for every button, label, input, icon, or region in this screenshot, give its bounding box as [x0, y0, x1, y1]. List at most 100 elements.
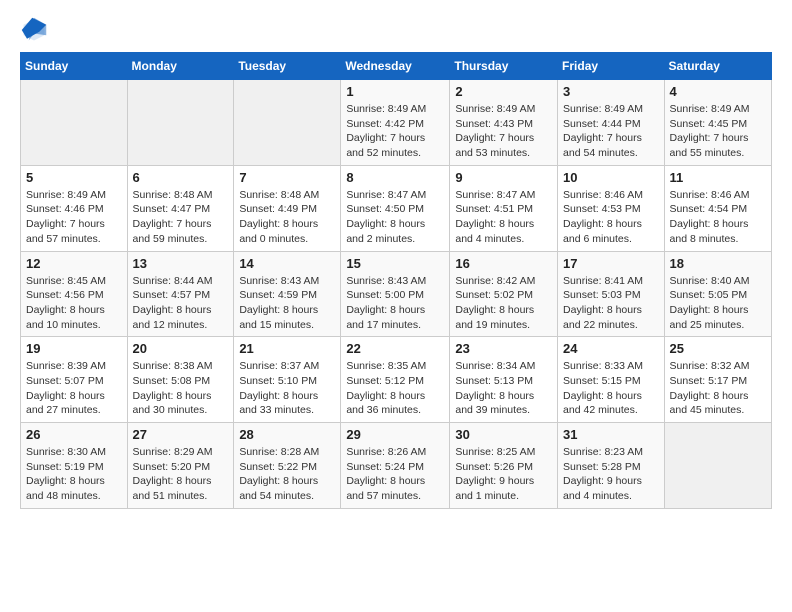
day-number: 28	[239, 427, 335, 442]
calendar-cell: 31 Sunrise: 8:23 AM Sunset: 5:28 PM Dayli…	[558, 423, 665, 509]
weekday-header-monday: Monday	[127, 53, 234, 80]
weekday-header-sunday: Sunday	[21, 53, 128, 80]
day-number: 29	[346, 427, 444, 442]
day-info: Sunrise: 8:39 AM Sunset: 5:07 PM Dayligh…	[26, 359, 122, 418]
day-number: 13	[133, 256, 229, 271]
day-number: 21	[239, 341, 335, 356]
calendar-cell: 26 Sunrise: 8:30 AM Sunset: 5:19 PM Dayli…	[21, 423, 128, 509]
calendar-cell: 16 Sunrise: 8:42 AM Sunset: 5:02 PM Dayli…	[450, 251, 558, 337]
day-number: 5	[26, 170, 122, 185]
weekday-header-thursday: Thursday	[450, 53, 558, 80]
day-info: Sunrise: 8:26 AM Sunset: 5:24 PM Dayligh…	[346, 445, 444, 504]
weekday-header-tuesday: Tuesday	[234, 53, 341, 80]
weekday-header-saturday: Saturday	[664, 53, 771, 80]
day-info: Sunrise: 8:46 AM Sunset: 4:53 PM Dayligh…	[563, 188, 659, 247]
day-number: 16	[455, 256, 552, 271]
calendar-cell	[664, 423, 771, 509]
calendar-cell	[234, 80, 341, 166]
day-info: Sunrise: 8:48 AM Sunset: 4:47 PM Dayligh…	[133, 188, 229, 247]
week-row-4: 19 Sunrise: 8:39 AM Sunset: 5:07 PM Dayli…	[21, 337, 772, 423]
weekday-header-friday: Friday	[558, 53, 665, 80]
calendar-cell: 4 Sunrise: 8:49 AM Sunset: 4:45 PM Daylig…	[664, 80, 771, 166]
calendar-cell: 28 Sunrise: 8:28 AM Sunset: 5:22 PM Dayli…	[234, 423, 341, 509]
day-number: 8	[346, 170, 444, 185]
calendar-cell: 25 Sunrise: 8:32 AM Sunset: 5:17 PM Dayli…	[664, 337, 771, 423]
day-info: Sunrise: 8:42 AM Sunset: 5:02 PM Dayligh…	[455, 274, 552, 333]
calendar-cell: 30 Sunrise: 8:25 AM Sunset: 5:26 PM Dayli…	[450, 423, 558, 509]
calendar-cell: 29 Sunrise: 8:26 AM Sunset: 5:24 PM Dayli…	[341, 423, 450, 509]
day-info: Sunrise: 8:49 AM Sunset: 4:42 PM Dayligh…	[346, 102, 444, 161]
day-number: 9	[455, 170, 552, 185]
day-number: 14	[239, 256, 335, 271]
calendar-cell: 11Sunrise: 8:46 AM Sunset: 4:54 PM Dayli…	[664, 165, 771, 251]
day-info: Sunrise: 8:37 AM Sunset: 5:10 PM Dayligh…	[239, 359, 335, 418]
calendar-cell: 22 Sunrise: 8:35 AM Sunset: 5:12 PM Dayli…	[341, 337, 450, 423]
day-number: 10	[563, 170, 659, 185]
logo-icon	[20, 16, 48, 44]
day-number: 22	[346, 341, 444, 356]
calendar-cell: 21 Sunrise: 8:37 AM Sunset: 5:10 PM Dayli…	[234, 337, 341, 423]
weekday-header-wednesday: Wednesday	[341, 53, 450, 80]
header	[20, 16, 772, 44]
day-info: Sunrise: 8:32 AM Sunset: 5:17 PM Dayligh…	[670, 359, 766, 418]
day-number: 23	[455, 341, 552, 356]
day-number: 19	[26, 341, 122, 356]
day-number: 7	[239, 170, 335, 185]
calendar-cell: 15 Sunrise: 8:43 AM Sunset: 5:00 PM Dayli…	[341, 251, 450, 337]
weekday-row: SundayMondayTuesdayWednesdayThursdayFrid…	[21, 53, 772, 80]
day-info: Sunrise: 8:25 AM Sunset: 5:26 PM Dayligh…	[455, 445, 552, 504]
calendar-cell: 3Sunrise: 8:49 AM Sunset: 4:44 PM Daylig…	[558, 80, 665, 166]
calendar-cell: 12Sunrise: 8:45 AM Sunset: 4:56 PM Dayli…	[21, 251, 128, 337]
day-number: 24	[563, 341, 659, 356]
day-info: Sunrise: 8:34 AM Sunset: 5:13 PM Dayligh…	[455, 359, 552, 418]
day-info: Sunrise: 8:49 AM Sunset: 4:44 PM Dayligh…	[563, 102, 659, 161]
day-number: 15	[346, 256, 444, 271]
calendar-cell	[21, 80, 128, 166]
day-info: Sunrise: 8:47 AM Sunset: 4:50 PM Dayligh…	[346, 188, 444, 247]
day-info: Sunrise: 8:43 AM Sunset: 4:59 PM Dayligh…	[239, 274, 335, 333]
week-row-3: 12Sunrise: 8:45 AM Sunset: 4:56 PM Dayli…	[21, 251, 772, 337]
day-number: 30	[455, 427, 552, 442]
week-row-5: 26 Sunrise: 8:30 AM Sunset: 5:19 PM Dayli…	[21, 423, 772, 509]
calendar-cell: 7 Sunrise: 8:48 AM Sunset: 4:49 PM Daylig…	[234, 165, 341, 251]
day-number: 26	[26, 427, 122, 442]
calendar-cell: 1 Sunrise: 8:49 AM Sunset: 4:42 PM Daylig…	[341, 80, 450, 166]
week-row-1: 1 Sunrise: 8:49 AM Sunset: 4:42 PM Daylig…	[21, 80, 772, 166]
day-info: Sunrise: 8:38 AM Sunset: 5:08 PM Dayligh…	[133, 359, 229, 418]
calendar-cell: 6 Sunrise: 8:48 AM Sunset: 4:47 PM Daylig…	[127, 165, 234, 251]
calendar-cell: 10 Sunrise: 8:46 AM Sunset: 4:53 PM Dayli…	[558, 165, 665, 251]
day-info: Sunrise: 8:49 AM Sunset: 4:46 PM Dayligh…	[26, 188, 122, 247]
day-info: Sunrise: 8:30 AM Sunset: 5:19 PM Dayligh…	[26, 445, 122, 504]
day-info: Sunrise: 8:49 AM Sunset: 4:45 PM Dayligh…	[670, 102, 766, 161]
calendar-header: SundayMondayTuesdayWednesdayThursdayFrid…	[21, 53, 772, 80]
day-info: Sunrise: 8:29 AM Sunset: 5:20 PM Dayligh…	[133, 445, 229, 504]
week-row-2: 5 Sunrise: 8:49 AM Sunset: 4:46 PM Daylig…	[21, 165, 772, 251]
day-number: 25	[670, 341, 766, 356]
day-number: 12	[26, 256, 122, 271]
calendar-cell: 18Sunrise: 8:40 AM Sunset: 5:05 PM Dayli…	[664, 251, 771, 337]
calendar-cell: 24Sunrise: 8:33 AM Sunset: 5:15 PM Dayli…	[558, 337, 665, 423]
day-number: 17	[563, 256, 659, 271]
calendar-cell	[127, 80, 234, 166]
calendar-cell: 9Sunrise: 8:47 AM Sunset: 4:51 PM Daylig…	[450, 165, 558, 251]
day-number: 31	[563, 427, 659, 442]
day-info: Sunrise: 8:28 AM Sunset: 5:22 PM Dayligh…	[239, 445, 335, 504]
logo	[20, 16, 52, 44]
day-info: Sunrise: 8:43 AM Sunset: 5:00 PM Dayligh…	[346, 274, 444, 333]
day-number: 1	[346, 84, 444, 99]
calendar-table: SundayMondayTuesdayWednesdayThursdayFrid…	[20, 52, 772, 509]
calendar-cell: 14 Sunrise: 8:43 AM Sunset: 4:59 PM Dayli…	[234, 251, 341, 337]
day-info: Sunrise: 8:23 AM Sunset: 5:28 PM Dayligh…	[563, 445, 659, 504]
calendar-cell: 13Sunrise: 8:44 AM Sunset: 4:57 PM Dayli…	[127, 251, 234, 337]
day-number: 4	[670, 84, 766, 99]
calendar-cell: 27Sunrise: 8:29 AM Sunset: 5:20 PM Dayli…	[127, 423, 234, 509]
day-info: Sunrise: 8:48 AM Sunset: 4:49 PM Dayligh…	[239, 188, 335, 247]
calendar-cell: 20 Sunrise: 8:38 AM Sunset: 5:08 PM Dayli…	[127, 337, 234, 423]
day-info: Sunrise: 8:40 AM Sunset: 5:05 PM Dayligh…	[670, 274, 766, 333]
page: SundayMondayTuesdayWednesdayThursdayFrid…	[0, 0, 792, 529]
day-number: 6	[133, 170, 229, 185]
day-info: Sunrise: 8:49 AM Sunset: 4:43 PM Dayligh…	[455, 102, 552, 161]
calendar-cell: 19 Sunrise: 8:39 AM Sunset: 5:07 PM Dayli…	[21, 337, 128, 423]
day-info: Sunrise: 8:35 AM Sunset: 5:12 PM Dayligh…	[346, 359, 444, 418]
day-number: 20	[133, 341, 229, 356]
